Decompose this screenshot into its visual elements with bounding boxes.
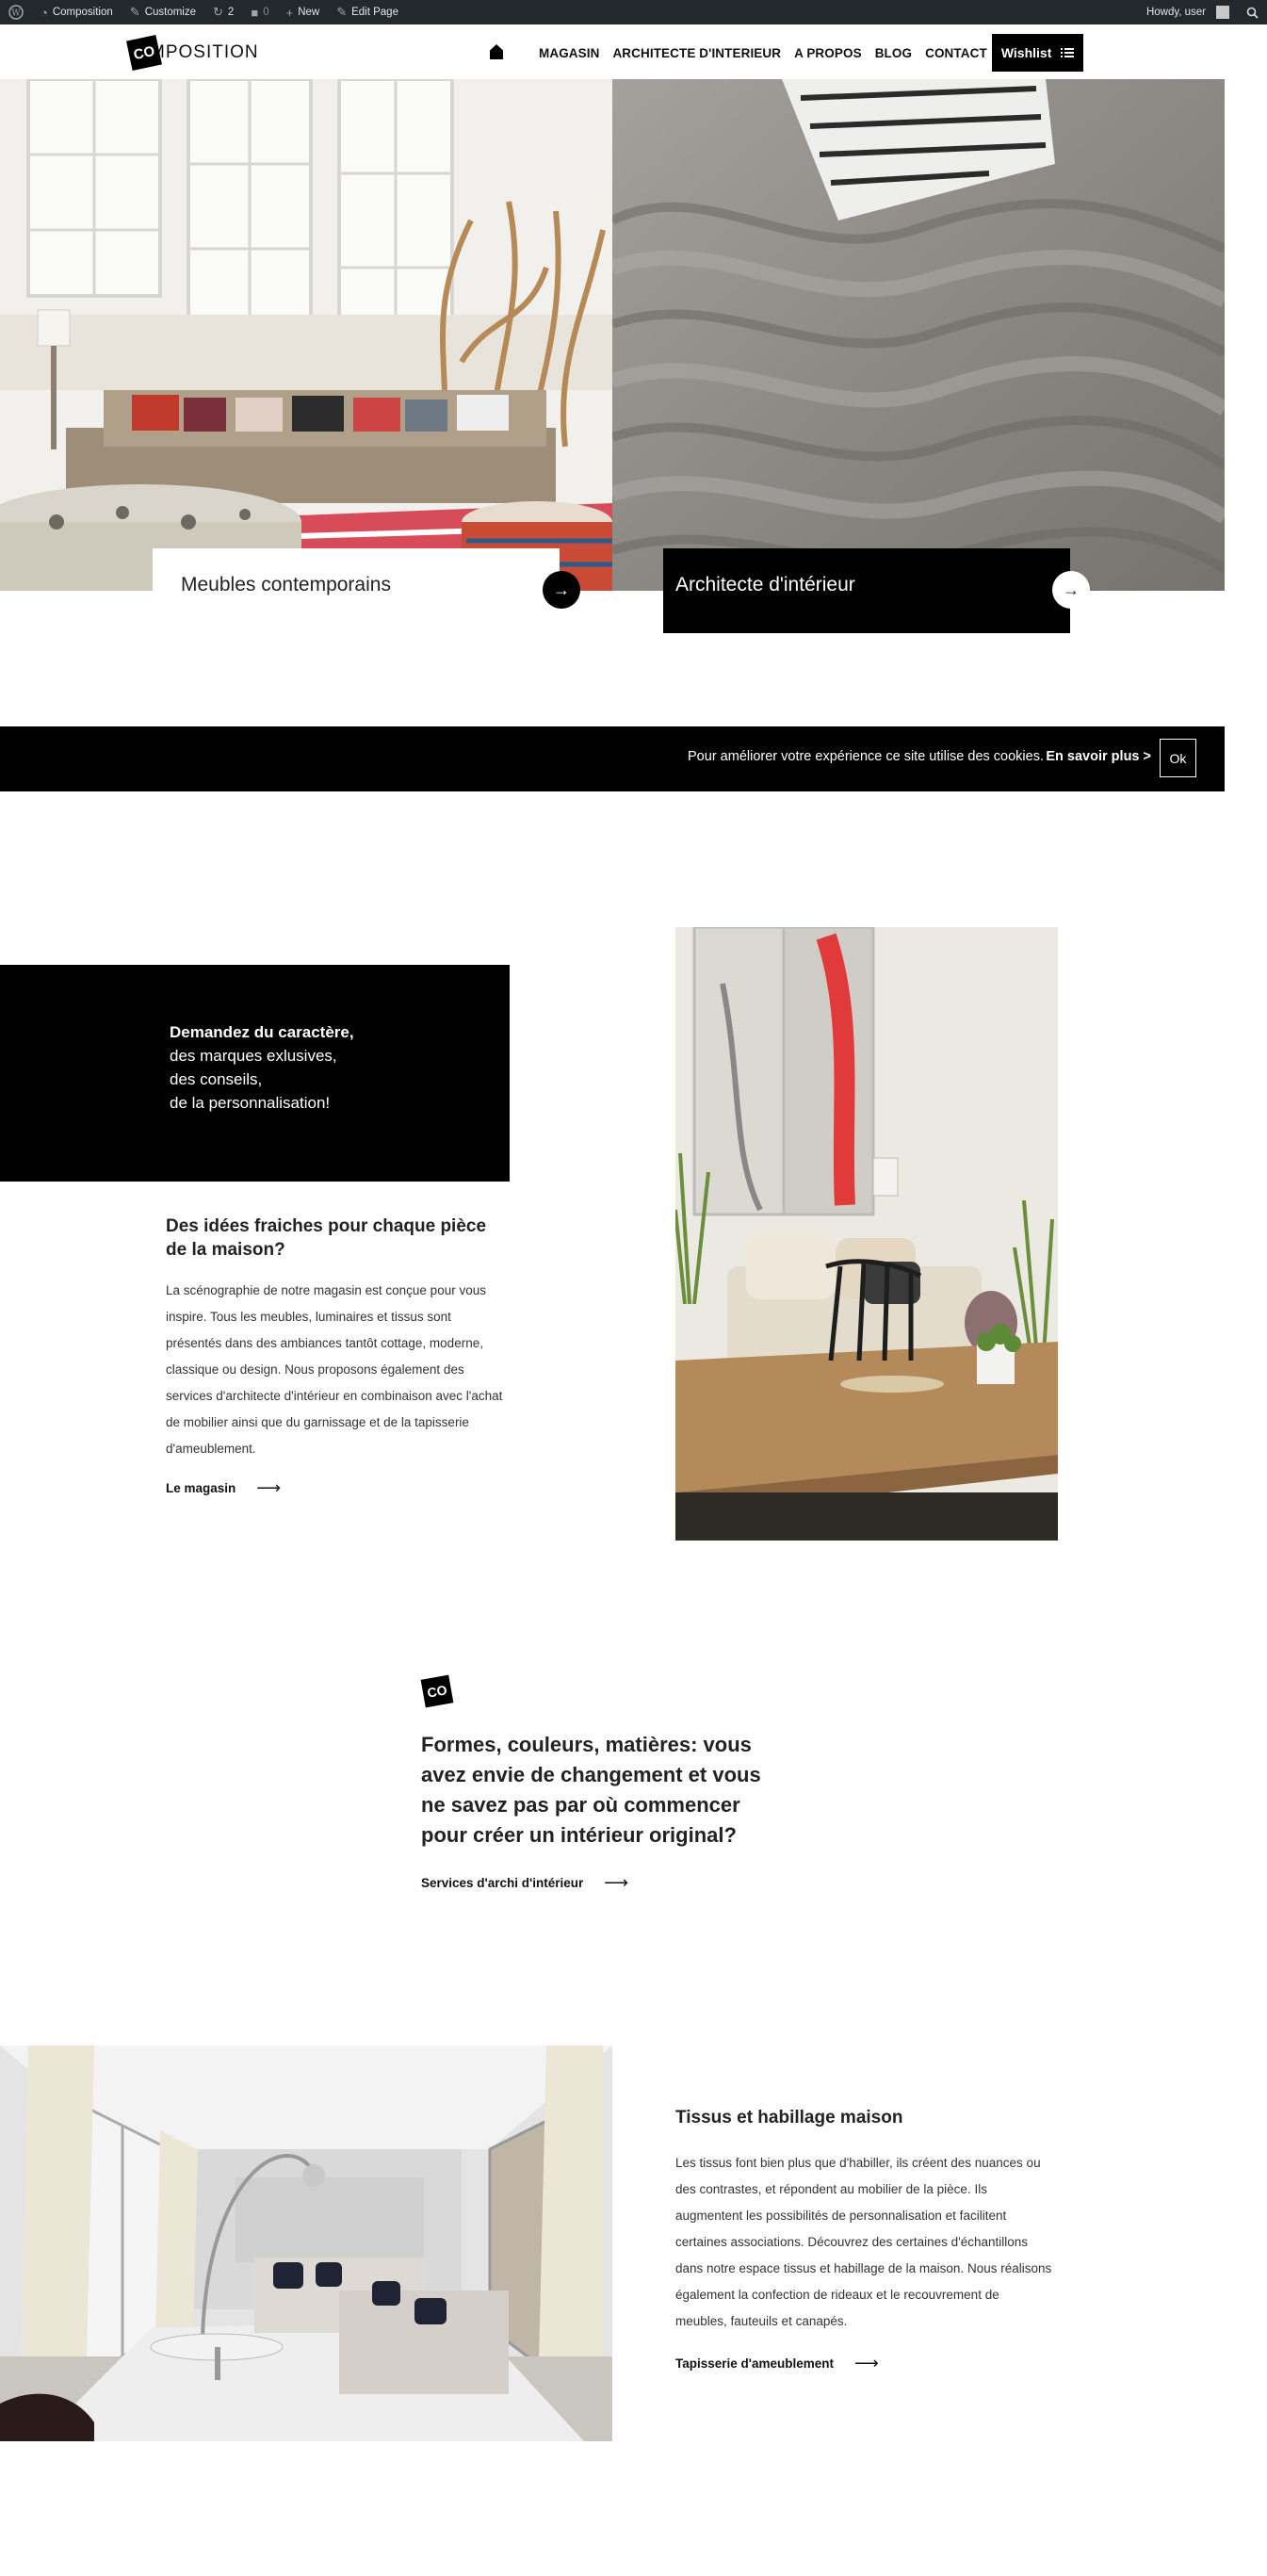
home-icon[interactable]: [489, 43, 504, 60]
edit-page-label: Edit Page: [351, 7, 398, 18]
customize-label: Customize: [144, 7, 197, 18]
hero-section: [0, 79, 1225, 591]
customize-link[interactable]: ✎ Customize: [122, 0, 204, 24]
cookie-banner: Pour améliorer votre expérience ce site …: [0, 726, 1225, 791]
updates-icon: ↻: [213, 5, 223, 19]
archi-heading: Formes, couleurs, matières: vous avez en…: [421, 1733, 761, 1847]
fabric-heading: Tissus et habillage maison: [675, 2108, 903, 2128]
site-header: CO MPOSITION MAGASIN ARCHITECTE D'INTERI…: [0, 24, 1225, 79]
services-archi-label: Services d'archi d'intérieur: [421, 1876, 584, 1890]
updates-link[interactable]: ↻ 2: [204, 0, 242, 24]
arrow-right-icon: ⟶: [256, 1478, 282, 1497]
site-logo[interactable]: CO MPOSITION: [126, 35, 259, 71]
tapisserie-label: Tapisserie d'ameublement: [675, 2356, 835, 2371]
tagline-line: Demandez du caractère,: [170, 1023, 354, 1041]
services-archi-link[interactable]: Services d'archi d'intérieur ⟶: [421, 1873, 628, 1893]
fabric-closeup-photo[interactable]: [612, 79, 1225, 591]
site-name-menu[interactable]: ◔ Composition: [32, 0, 122, 24]
fabric-paragraph: Les tissus font bien plus que d'habiller…: [675, 2156, 1052, 2328]
card-architecte-label: Architecte d'intérieur: [675, 574, 855, 595]
svg-text:W: W: [11, 9, 21, 19]
nav-item-blog[interactable]: BLOG: [875, 46, 912, 60]
avatar: [1216, 6, 1229, 19]
admin-search[interactable]: [1238, 0, 1267, 24]
new-content-menu[interactable]: + New: [278, 0, 329, 24]
arrow-right-icon: ⟶: [604, 1873, 629, 1892]
nav-item-a-propos[interactable]: A PROPOS: [794, 46, 862, 60]
dining-room-photo[interactable]: [675, 927, 1058, 1541]
tagline-line: des marques exlusives,: [170, 1047, 337, 1065]
store-heading: Des idées fraiches pour chaque pièce de …: [166, 1216, 487, 1260]
logo-text: MPOSITION: [150, 42, 259, 62]
plus-icon: +: [285, 5, 294, 20]
pencil-icon: ✎: [336, 5, 348, 19]
cookie-more-link[interactable]: En savoir plus >: [1046, 749, 1151, 764]
brush-icon: ✎: [129, 5, 140, 19]
magasin-link-label: Le magasin: [166, 1481, 236, 1495]
wishlist-label: Wishlist: [1000, 45, 1052, 60]
living-room-photo[interactable]: [0, 79, 612, 591]
co-logo-icon: CO: [420, 1674, 454, 1708]
tagline-box: Demandez du caractère, des marques exlus…: [0, 965, 510, 1182]
howdy-label: Howdy, user: [1145, 7, 1206, 18]
new-label: New: [298, 7, 320, 18]
card-meubles-contemporains[interactable]: Meubles contemporains: [153, 548, 560, 633]
white-living-room-photo[interactable]: [0, 2046, 612, 2441]
main-nav: MAGASIN ARCHITECTE D'INTERIEUR A PROPOS …: [539, 34, 1084, 72]
nav-item-magasin[interactable]: MAGASIN: [539, 46, 599, 60]
tapisserie-link[interactable]: Tapisserie d'ameublement ⟶: [675, 2354, 879, 2373]
card-meubles-label: Meubles contemporains: [181, 574, 391, 595]
logo-mark: CO: [126, 35, 162, 71]
tagline-line: des conseils,: [170, 1070, 263, 1088]
cookie-ok-button[interactable]: Ok: [1160, 739, 1196, 777]
arrow-right-icon[interactable]: →: [1052, 571, 1090, 609]
comments-count: 0: [263, 7, 269, 18]
wishlist-button[interactable]: Wishlist: [991, 34, 1084, 72]
tagline-line: de la personnalisation!: [170, 1094, 331, 1112]
cookie-message: Pour améliorer votre expérience ce site …: [688, 749, 1044, 764]
wordpress-icon: W: [8, 5, 24, 20]
comments-link[interactable]: ■ 0: [242, 0, 277, 24]
nav-item-architecte[interactable]: ARCHITECTE D'INTERIEUR: [612, 46, 781, 60]
magasin-link[interactable]: Le magasin ⟶: [166, 1478, 281, 1498]
nav-item-contact[interactable]: CONTACT: [925, 46, 987, 60]
site-name-label: Composition: [52, 7, 113, 18]
arrow-right-icon: ⟶: [854, 2354, 879, 2372]
wp-logo-menu[interactable]: W: [0, 0, 32, 24]
admin-bar: W ◔ Composition ✎ Customize ↻ 2 ■ 0 + Ne…: [0, 0, 1267, 24]
list-icon: [1061, 48, 1075, 57]
my-account-menu[interactable]: Howdy, user: [1138, 0, 1238, 24]
edit-page-link[interactable]: ✎ Edit Page: [328, 0, 407, 24]
dashboard-icon: ◔: [41, 5, 48, 20]
card-architecte-interieur[interactable]: Architecte d'intérieur: [663, 548, 1070, 633]
store-paragraph: La scénographie de notre magasin est con…: [166, 1283, 503, 1456]
updates-count: 2: [227, 7, 235, 18]
search-icon: [1246, 7, 1259, 19]
arrow-right-icon[interactable]: →: [543, 571, 580, 609]
comment-icon: ■: [251, 5, 259, 20]
